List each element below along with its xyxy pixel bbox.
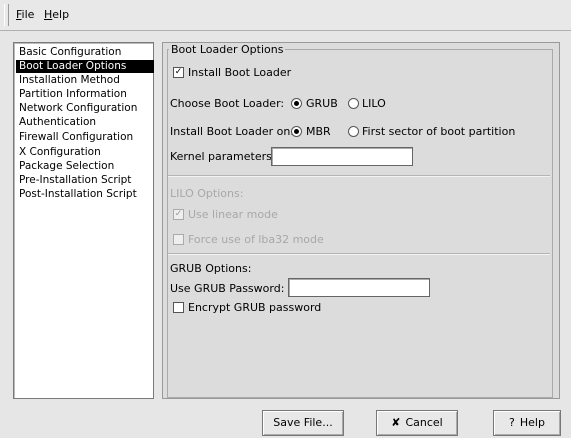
lilo-options-title: LILO Options: xyxy=(170,187,244,200)
section-list: Basic Configuration Boot Loader Options … xyxy=(13,42,154,399)
menu-file[interactable]: File xyxy=(16,8,34,21)
kernel-parameters-label: Kernel parameters: xyxy=(170,150,276,163)
linear-mode-checkbox[interactable]: ✓ xyxy=(173,209,184,220)
install-on-label: Install Boot Loader on: xyxy=(170,125,295,138)
sidebar-item-post-installation-script[interactable]: Post-Installation Script xyxy=(16,188,154,201)
sidebar-item-boot-loader-options[interactable]: Boot Loader Options xyxy=(16,60,154,73)
grub-password-label: Use GRUB Password: xyxy=(170,282,285,295)
encrypt-grub-password-checkbox[interactable] xyxy=(173,302,184,313)
cancel-button[interactable]: ✘ Cancel xyxy=(376,410,458,436)
menu-grip xyxy=(4,4,9,26)
sidebar-item-installation-method[interactable]: Installation Method xyxy=(16,74,154,87)
menu-help[interactable]: Help xyxy=(44,8,69,21)
sidebar-item-pre-installation-script[interactable]: Pre-Installation Script xyxy=(16,174,154,187)
grub-password-input[interactable] xyxy=(288,278,430,297)
choose-boot-loader-label: Choose Boot Loader: xyxy=(170,97,285,110)
sidebar-item-firewall-configuration[interactable]: Firewall Configuration xyxy=(16,131,154,144)
separator xyxy=(168,175,550,177)
lilo-radio-label[interactable]: LILO xyxy=(362,97,386,110)
mbr-radio[interactable] xyxy=(291,126,302,137)
menu-bar: File Help xyxy=(0,0,571,31)
first-sector-radio-label[interactable]: First sector of boot partition xyxy=(362,125,515,138)
lilo-radio[interactable] xyxy=(348,98,359,109)
save-file-label: Save File... xyxy=(273,416,333,429)
sidebar-item-network-configuration[interactable]: Network Configuration xyxy=(16,102,154,115)
lba32-label: Force use of lba32 mode xyxy=(188,233,324,246)
save-file-button[interactable]: Save File... xyxy=(262,410,344,436)
grub-options-title: GRUB Options: xyxy=(170,262,252,275)
sidebar-item-x-configuration[interactable]: X Configuration xyxy=(16,146,154,159)
kernel-parameters-input[interactable] xyxy=(271,147,413,166)
grub-radio[interactable] xyxy=(291,98,302,109)
sidebar-item-package-selection[interactable]: Package Selection xyxy=(16,160,154,173)
grub-radio-label[interactable]: GRUB xyxy=(306,97,338,110)
mbr-radio-label[interactable]: MBR xyxy=(306,125,331,138)
question-icon: ? xyxy=(509,416,515,429)
linear-mode-label: Use linear mode xyxy=(188,208,278,221)
help-button[interactable]: ? Help xyxy=(493,410,561,436)
separator xyxy=(168,253,550,255)
group-title: Boot Loader Options xyxy=(169,43,286,56)
lba32-checkbox[interactable] xyxy=(173,234,184,245)
cancel-label: Cancel xyxy=(405,416,443,429)
install-boot-loader-checkbox[interactable]: ✓ xyxy=(173,67,184,78)
install-boot-loader-label: Install Boot Loader xyxy=(188,66,292,79)
sidebar-item-authentication[interactable]: Authentication xyxy=(16,116,154,129)
sidebar-item-partition-information[interactable]: Partition Information xyxy=(16,88,154,101)
sidebar-item-basic-configuration[interactable]: Basic Configuration xyxy=(16,46,154,59)
x-icon: ✘ xyxy=(391,416,401,429)
help-label: Help xyxy=(519,416,545,429)
encrypt-grub-password-label: Encrypt GRUB password xyxy=(188,301,322,314)
first-sector-radio[interactable] xyxy=(348,126,359,137)
